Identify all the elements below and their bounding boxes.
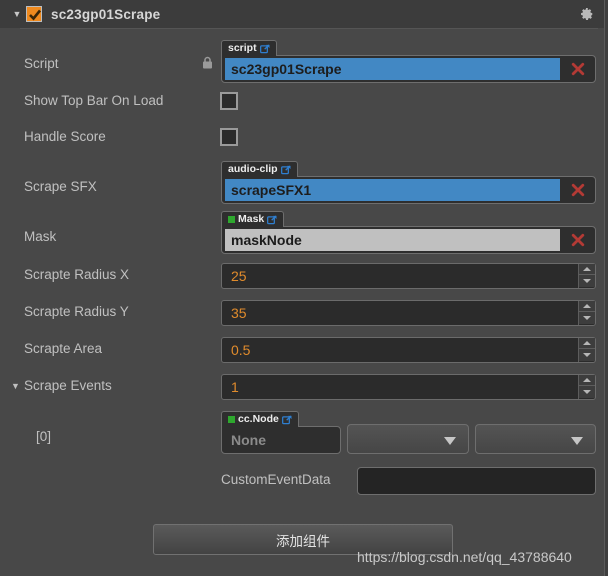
lock-icon [203,56,212,69]
property-label-mask: Mask [24,229,57,244]
number-value: 0.5 [231,342,251,358]
component-collapse-triangle-down-icon[interactable]: ▼ [8,9,26,19]
stepper-up-button[interactable] [579,301,595,312]
stepper-down-button[interactable] [579,312,595,324]
stepper-up-button[interactable] [579,338,595,349]
event-entry-index-label: [0] [36,429,52,444]
node-type-square-icon [228,216,235,223]
clear-asset-close-x-icon[interactable] [570,232,586,248]
external-link-icon[interactable] [281,415,292,425]
property-label-show-top-bar-on-load: Show Top Bar On Load [24,93,164,108]
asset-type-tab-mask[interactable]: Mask [221,211,285,227]
scrape-events-triangle-down-icon[interactable]: ▼ [11,381,20,391]
stepper-scrapte-radius-y[interactable] [578,301,595,325]
handler-dropdown-event-0[interactable] [475,424,596,454]
asset-type-tab-audio-clip[interactable]: audio-clip [221,161,298,177]
property-label-scrape-sfx: Scrape SFX [24,179,97,194]
property-label-scrape-events: Scrape Events [24,378,112,393]
number-value: 25 [231,268,247,284]
component-title: sc23gp01Scrape [51,6,161,22]
component-enabled-checkbox[interactable] [26,6,42,22]
asset-type-label: audio-clip [228,163,278,176]
stepper-down-button[interactable] [579,386,595,398]
node-field-body-event-0[interactable]: None [221,426,341,454]
node-type-label: cc.Node [238,413,279,426]
add-component-label: 添加组件 [276,533,330,549]
asset-type-label: Mask [238,213,265,226]
external-link-icon[interactable] [280,165,291,175]
chevron-down-icon [571,437,583,445]
node-type-square-icon [228,416,235,423]
asset-value-mask[interactable]: maskNode [225,229,560,251]
number-field-scrape-events-size[interactable]: 1 [221,374,596,400]
property-label-scrapte-radius-x: Scrapte Radius X [24,267,130,282]
external-link-icon[interactable] [259,44,270,54]
node-type-tab-cc-node[interactable]: cc.Node [221,411,299,427]
stepper-down-button[interactable] [579,349,595,361]
number-field-scrapte-radius-x[interactable]: 25 [221,263,596,289]
asset-value-script[interactable]: sc23gp01Scrape [225,58,560,80]
gear-icon[interactable] [580,7,594,21]
number-field-scrapte-area[interactable]: 0.5 [221,337,596,363]
number-value: 35 [231,305,247,321]
number-field-scrapte-radius-y[interactable]: 35 [221,300,596,326]
stepper-scrapte-area[interactable] [578,338,595,362]
property-label-scrapte-radius-y: Scrapte Radius Y [24,304,129,319]
inspector-panel: ▼ sc23gp01Scrape Script script sc23gp01S… [0,0,608,576]
watermark-text: https://blog.csdn.net/qq_43788640 [357,549,572,565]
node-value-event-0[interactable]: None [225,429,329,451]
asset-field-body-script[interactable]: sc23gp01Scrape [221,55,596,83]
stepper-up-button[interactable] [579,375,595,386]
asset-field-body-scrape-sfx[interactable]: scrapeSFX1 [221,176,596,204]
stepper-scrape-events-size[interactable] [578,375,595,399]
check-icon [29,9,42,21]
chevron-down-icon [444,437,456,445]
component-dropdown-event-0[interactable] [347,424,469,454]
header-divider [20,28,598,29]
stepper-scrapte-radius-x[interactable] [578,264,595,288]
component-header[interactable]: ▼ sc23gp01Scrape [0,0,608,28]
asset-field-body-mask[interactable]: maskNode [221,226,596,254]
custom-event-data-input[interactable] [357,467,596,495]
panel-right-edge [604,0,608,576]
asset-type-tab-script[interactable]: script [221,40,277,56]
checkbox-show-top-bar-on-load[interactable] [220,92,238,110]
external-link-icon[interactable] [267,215,277,225]
clear-asset-close-x-icon[interactable] [570,61,586,77]
property-label-custom-event-data: CustomEventData [221,472,331,487]
checkbox-handle-score[interactable] [220,128,238,146]
property-label-script: Script [24,56,59,71]
clear-asset-close-x-icon[interactable] [570,182,586,198]
property-label-handle-score: Handle Score [24,129,106,144]
stepper-up-button[interactable] [579,264,595,275]
number-value: 1 [231,379,239,395]
stepper-down-button[interactable] [579,275,595,287]
asset-type-label: script [228,42,257,55]
asset-value-scrape-sfx[interactable]: scrapeSFX1 [225,179,560,201]
property-label-scrapte-area: Scrapte Area [24,341,103,356]
